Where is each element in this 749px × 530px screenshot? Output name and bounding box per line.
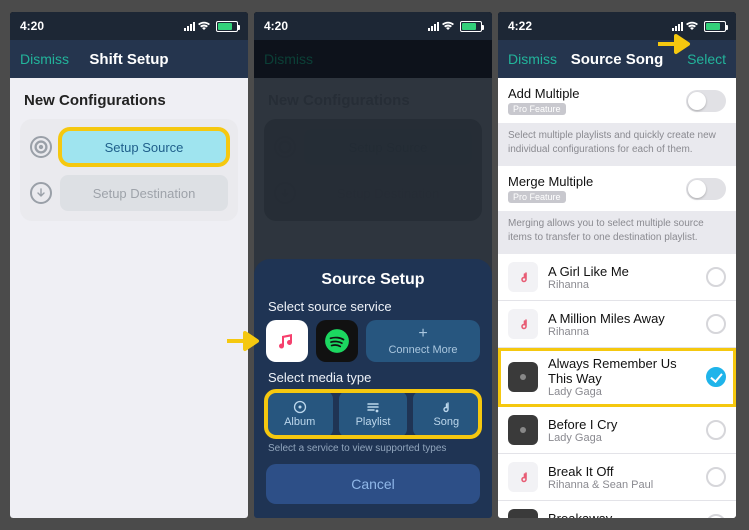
status-right — [672, 21, 726, 32]
cancel-button[interactable]: Cancel — [266, 464, 480, 504]
song-row[interactable]: Before I CryLady Gaga — [498, 407, 736, 454]
pro-badge: Pro Feature — [508, 191, 566, 203]
sheet-title: Source Setup — [266, 271, 480, 289]
song-row[interactable]: Always Remember Us This WayLady Gaga — [498, 348, 736, 407]
service-apple-music[interactable] — [266, 320, 308, 362]
plus-icon: + — [418, 326, 427, 342]
media-type-row: Album Playlist Song — [266, 391, 480, 437]
song-radio[interactable] — [706, 267, 726, 287]
panel-body: New Configurations Setup Source Setup D — [10, 78, 248, 518]
album-art-icon — [508, 362, 538, 392]
song-title: Break It Off — [548, 464, 696, 479]
media-song[interactable]: Song — [413, 391, 480, 437]
song-radio[interactable] — [706, 467, 726, 487]
battery-icon — [216, 21, 238, 32]
nav-title: Shift Setup — [89, 51, 168, 68]
media-hint: Select a service to view supported types — [268, 443, 478, 454]
service-label: Select source service — [268, 299, 478, 314]
config-card: Setup Source Setup Destination — [20, 119, 238, 221]
select-button[interactable]: Select — [677, 40, 736, 78]
song-title: Breakaway — [548, 511, 696, 519]
battery-icon — [460, 21, 482, 32]
panel-body: Add Multiple Pro Feature Select multiple… — [498, 78, 736, 518]
song-title: Before I Cry — [548, 417, 696, 432]
pro-badge: Pro Feature — [508, 103, 566, 115]
signal-icon — [184, 21, 195, 31]
song-radio[interactable] — [706, 367, 726, 387]
song-radio[interactable] — [706, 420, 726, 440]
merge-multiple-row[interactable]: Merge Multiple Pro Feature — [498, 166, 736, 211]
connect-more-button[interactable]: + Connect More — [366, 320, 480, 362]
album-art-icon — [508, 415, 538, 445]
merge-multiple-toggle[interactable] — [686, 178, 726, 200]
album-art-icon — [508, 462, 538, 492]
status-time: 4:20 — [264, 19, 288, 33]
status-right — [184, 21, 238, 32]
screenshot-shift-setup: 4:20 . Dismiss Shift Setup New Configura… — [10, 12, 248, 518]
dismiss-button[interactable]: Dismiss — [498, 40, 567, 78]
song-artist: Rihanna & Sean Paul — [548, 479, 696, 491]
status-bar: 4:20 — [254, 12, 492, 40]
song-artist: Lady Gaga — [548, 386, 696, 398]
setup-source-button[interactable]: Setup Source — [60, 129, 228, 165]
dismiss-button[interactable]: Dismiss — [10, 40, 79, 78]
service-spotify[interactable] — [316, 320, 358, 362]
song-row[interactable]: A Girl Like MeRihanna — [498, 254, 736, 301]
song-radio[interactable] — [706, 514, 726, 518]
setup-destination-button[interactable]: Setup Destination — [60, 175, 228, 211]
song-title: Always Remember Us This Way — [548, 356, 696, 386]
status-right — [428, 21, 482, 32]
wifi-icon — [685, 21, 699, 31]
album-art-icon — [508, 509, 538, 518]
add-multiple-note: Select multiple playlists and quickly cr… — [498, 123, 736, 166]
song-title: A Girl Like Me — [548, 264, 696, 279]
media-label: Select media type — [268, 370, 478, 385]
song-radio[interactable] — [706, 314, 726, 334]
song-artist: Lady Gaga — [548, 432, 696, 444]
wifi-icon — [441, 21, 455, 31]
nav-bar-dimmed: Dismiss — [254, 40, 492, 78]
status-time: 4:22 — [508, 19, 532, 33]
step-source-icon — [30, 136, 52, 158]
album-art-icon — [508, 262, 538, 292]
status-bar: 4:20 — [10, 12, 248, 40]
nav-title: Source Song — [571, 51, 664, 68]
signal-icon — [428, 21, 439, 31]
status-time: 4:20 — [20, 19, 44, 33]
song-list: A Girl Like MeRihannaA Million Miles Awa… — [498, 254, 736, 518]
album-art-icon — [508, 309, 538, 339]
screenshot-source-setup: 4:20 Dismiss New Configurations Setup So… — [254, 12, 492, 518]
song-row[interactable]: Break It OffRihanna & Sean Paul — [498, 454, 736, 501]
song-row[interactable]: A Million Miles AwayRihanna — [498, 301, 736, 348]
status-bar: 4:22 — [498, 12, 736, 40]
battery-icon — [704, 21, 726, 32]
signal-icon — [672, 21, 683, 31]
song-artist: Rihanna — [548, 279, 696, 291]
panel-body: New Configurations Setup Source Setup De… — [254, 78, 492, 518]
screenshot-source-song: 4:22 Dismiss Source Song Select Add Mult… — [498, 12, 736, 518]
merge-multiple-note: Merging allows you to select multiple so… — [498, 211, 736, 254]
song-row[interactable]: BreakawayLennon Stella — [498, 501, 736, 518]
media-album[interactable]: Album — [266, 391, 333, 437]
step-dest-icon — [30, 182, 52, 204]
source-setup-sheet: Source Setup Select source service + Con… — [254, 259, 492, 518]
section-header: New Configurations — [24, 92, 234, 109]
song-artist: Rihanna — [548, 326, 696, 338]
add-multiple-toggle[interactable] — [686, 90, 726, 112]
song-title: A Million Miles Away — [548, 311, 696, 326]
media-playlist[interactable]: Playlist — [339, 391, 406, 437]
dismiss-button: Dismiss — [254, 40, 323, 78]
wifi-icon — [197, 21, 211, 31]
add-multiple-row[interactable]: Add Multiple Pro Feature — [498, 78, 736, 123]
nav-bar: Dismiss Shift Setup — [10, 40, 248, 78]
nav-bar: Dismiss Source Song Select — [498, 40, 736, 78]
